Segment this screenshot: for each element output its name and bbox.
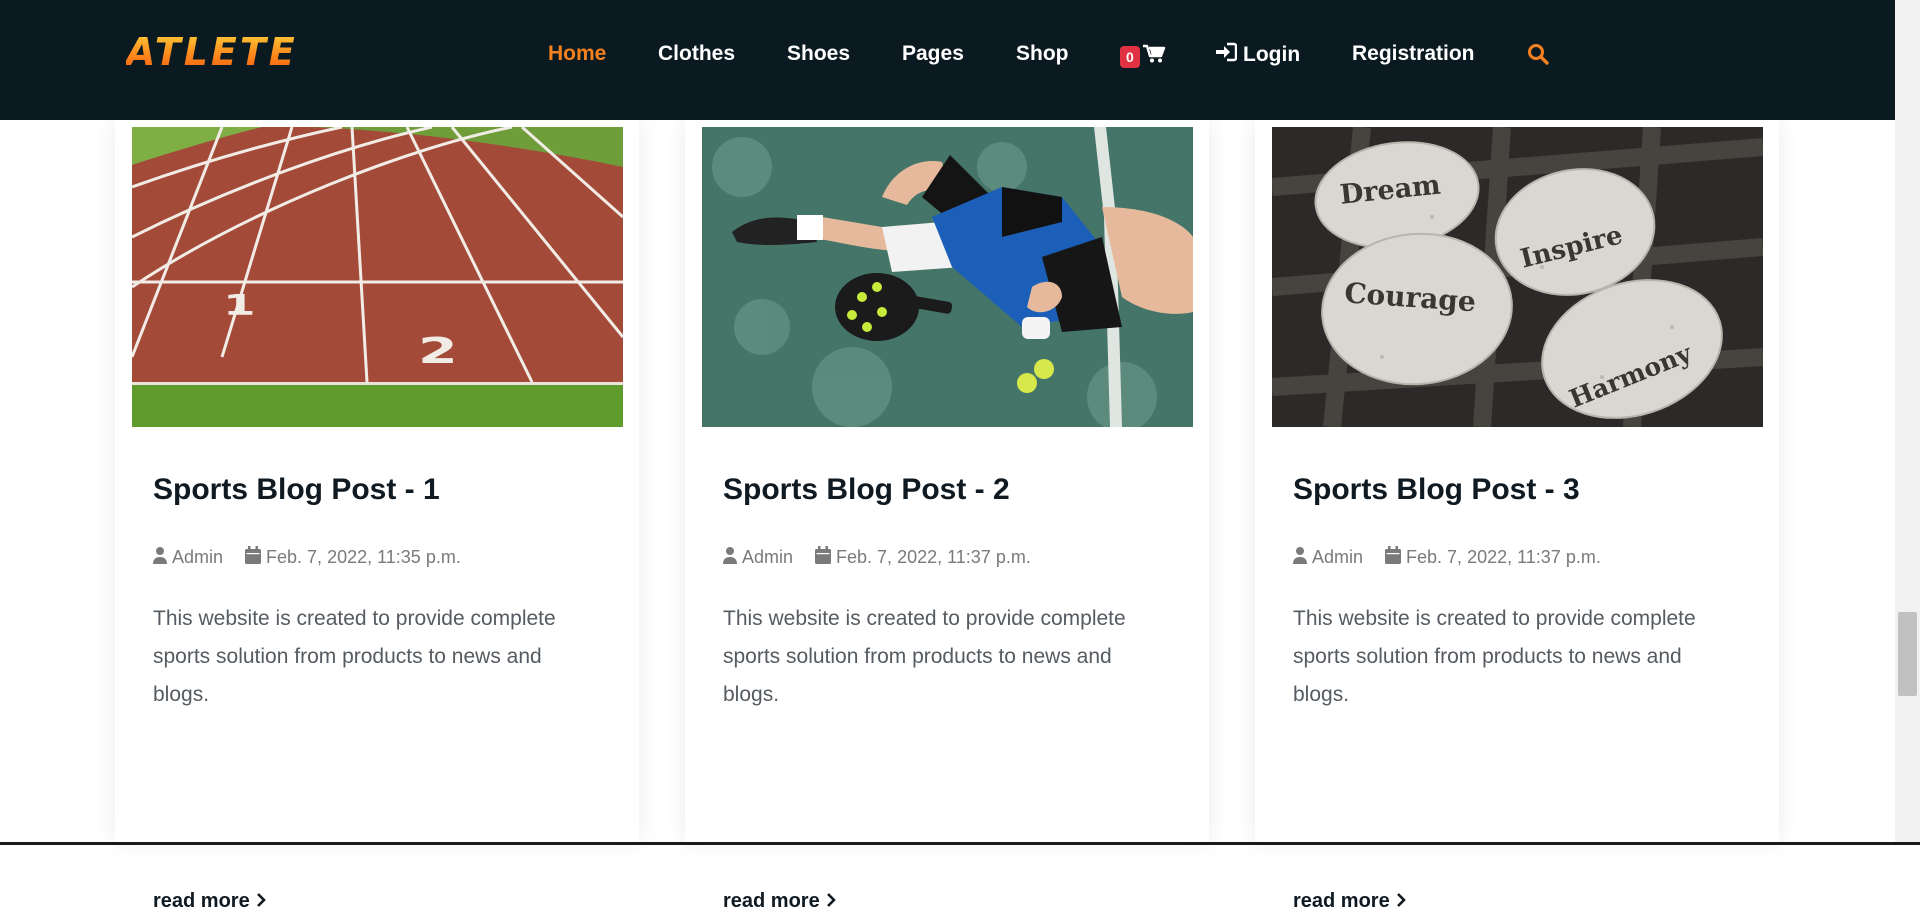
- blog-image-padel-player[interactable]: [702, 127, 1193, 427]
- blog-image-running-track[interactable]: 1 2: [132, 127, 623, 427]
- calendar-icon: [245, 546, 266, 569]
- read-more-link[interactable]: read more: [1293, 890, 1406, 913]
- blog-post-meta: Admin Feb. 7, 2022, 11:35 p.m.: [153, 546, 461, 569]
- author: Admin: [723, 546, 793, 569]
- cart-count-badge: 0: [1120, 45, 1140, 68]
- scrollbar-track[interactable]: [1895, 0, 1920, 845]
- user-icon: [723, 546, 742, 569]
- blog-post-title[interactable]: Sports Blog Post - 2: [723, 473, 1010, 507]
- nav-pages[interactable]: Pages: [902, 42, 964, 66]
- blog-post-meta: Admin Feb. 7, 2022, 11:37 p.m.: [723, 546, 1031, 569]
- blog-post-excerpt: This website is created to provide compl…: [153, 607, 556, 706]
- post-date: Feb. 7, 2022, 11:35 p.m.: [245, 546, 461, 569]
- sign-in-icon: [1215, 42, 1243, 68]
- search-icon[interactable]: [1527, 43, 1549, 70]
- post-date-text: Feb. 7, 2022, 11:37 p.m.: [1406, 547, 1601, 567]
- nav-login[interactable]: Login: [1215, 42, 1300, 68]
- read-more-link[interactable]: read more: [153, 890, 266, 913]
- blog-card: Sports Blog Post - 2 Admin Feb. 7, 2022,…: [685, 120, 1209, 912]
- blog-post-meta: Admin Feb. 7, 2022, 11:37 p.m.: [1293, 546, 1601, 569]
- calendar-icon: [1385, 546, 1406, 569]
- chevron-right-icon: [820, 890, 836, 913]
- blog-post-title[interactable]: Sports Blog Post - 3: [1293, 473, 1580, 507]
- read-more-label: read more: [1293, 890, 1390, 912]
- nav-registration[interactable]: Registration: [1352, 42, 1475, 66]
- author: Admin: [1293, 546, 1363, 569]
- user-icon: [153, 546, 172, 569]
- brand-logo[interactable]: ATLETE: [126, 30, 298, 74]
- calendar-icon: [815, 546, 836, 569]
- svg-text:2: 2: [418, 331, 458, 372]
- nav-home[interactable]: Home: [548, 42, 606, 66]
- author: Admin: [153, 546, 223, 569]
- scrollbar-thumb[interactable]: [1898, 612, 1917, 696]
- author-name: Admin: [1312, 547, 1364, 567]
- blog-card: Dream Inspire Courage Harmony Sports Blo…: [1255, 120, 1779, 912]
- read-more-label: read more: [153, 890, 250, 912]
- cart-button[interactable]: 0: [1120, 44, 1166, 69]
- read-more-label: read more: [723, 890, 820, 912]
- post-date-text: Feb. 7, 2022, 11:37 p.m.: [836, 547, 1031, 567]
- cart-icon: [1142, 44, 1166, 69]
- chevron-right-icon: [250, 890, 266, 913]
- nav-clothes[interactable]: Clothes: [658, 42, 735, 66]
- author-name: Admin: [742, 547, 794, 567]
- navbar: ATLETE Home Clothes Shoes Pages Shop 0 L…: [0, 0, 1895, 120]
- nav-shop[interactable]: Shop: [1016, 42, 1069, 66]
- blog-image-inspirational-stones[interactable]: Dream Inspire Courage Harmony: [1272, 127, 1763, 427]
- blog-card: 1 2 Sports Blog Post - 1 Admin Feb. 7, 2…: [115, 120, 639, 912]
- read-more-link[interactable]: read more: [723, 890, 836, 913]
- post-date: Feb. 7, 2022, 11:37 p.m.: [1385, 546, 1601, 569]
- nav-login-label: Login: [1243, 43, 1301, 66]
- svg-text:1: 1: [223, 289, 256, 322]
- nav-shoes[interactable]: Shoes: [787, 42, 850, 66]
- blog-post-excerpt: This website is created to provide compl…: [1293, 607, 1696, 706]
- chevron-right-icon: [1390, 890, 1406, 913]
- user-icon: [1293, 546, 1312, 569]
- post-date-text: Feb. 7, 2022, 11:35 p.m.: [266, 547, 461, 567]
- blog-post-title[interactable]: Sports Blog Post - 1: [153, 473, 440, 507]
- post-date: Feb. 7, 2022, 11:37 p.m.: [815, 546, 1031, 569]
- author-name: Admin: [172, 547, 224, 567]
- blog-post-excerpt: This website is created to provide compl…: [723, 607, 1126, 706]
